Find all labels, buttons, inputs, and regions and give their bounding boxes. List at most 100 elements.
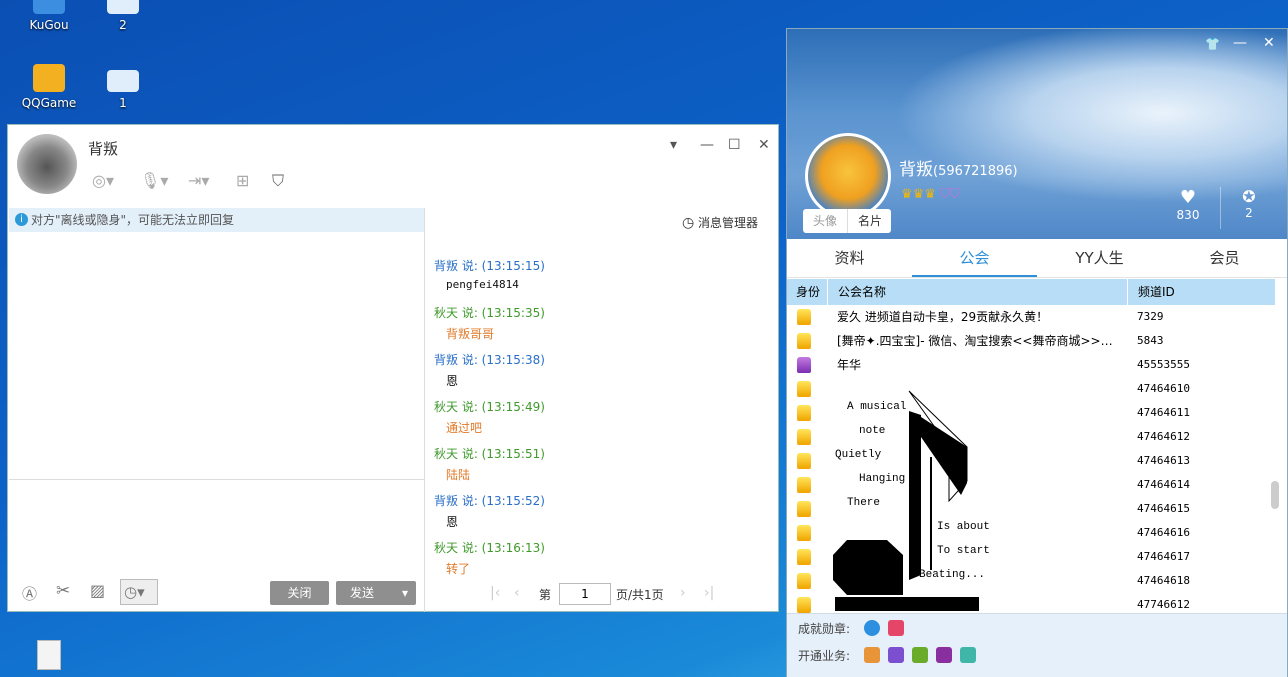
page-input[interactable]: 1 bbox=[559, 583, 611, 605]
close-button[interactable]: ✕ bbox=[1263, 35, 1275, 51]
channel-id: 47464612 bbox=[1137, 430, 1190, 443]
message-body: 恩 bbox=[446, 515, 459, 529]
col-role: 身份 bbox=[796, 285, 821, 299]
message-manager-button[interactable]: ◷ 消息管理器 bbox=[682, 214, 758, 231]
input-divider bbox=[9, 479, 424, 480]
card-tab[interactable]: 名片 bbox=[847, 209, 882, 233]
image-icon[interactable]: ▨ bbox=[90, 581, 105, 600]
icon-label: 1 bbox=[119, 96, 127, 110]
channel-id: 47746612 bbox=[1137, 598, 1190, 611]
profile-avatar[interactable] bbox=[805, 133, 891, 219]
message-header: 秋天 说: (13:15:35) bbox=[434, 306, 545, 320]
channel-id: 47464615 bbox=[1137, 502, 1190, 515]
message-input[interactable] bbox=[9, 481, 424, 576]
clock-icon: ◷ bbox=[682, 215, 695, 231]
likes-stat[interactable]: ♥ 830 bbox=[1173, 187, 1203, 222]
profile-tab[interactable]: 资料 bbox=[787, 239, 912, 278]
profile-tab[interactable]: YY人生 bbox=[1037, 239, 1162, 278]
profile-window: 👕 — ✕ 头像 名片 背叛(596721896) ♛♛♛ ⛉⛉ ♥ 830 ✪ 2… bbox=[786, 28, 1288, 677]
send-button[interactable]: 发送 ▾ bbox=[336, 581, 416, 605]
maximize-button[interactable]: ☐ bbox=[728, 137, 741, 153]
channel-id: 47464617 bbox=[1137, 550, 1190, 563]
role-icon bbox=[797, 333, 811, 349]
achievements-label: 成就勋章: bbox=[798, 622, 851, 636]
close-chat-button[interactable]: 关闭 bbox=[270, 581, 329, 605]
role-icon bbox=[797, 477, 811, 493]
desktop-icon-kugou[interactable]: KuGou bbox=[14, 0, 84, 32]
message-body: 陆陆 bbox=[446, 468, 471, 482]
col-channel-id: 频道ID bbox=[1127, 279, 1175, 305]
yuan-service-icon[interactable] bbox=[864, 647, 880, 663]
send-file-icon[interactable]: ⇥▾ bbox=[188, 171, 209, 190]
minimize-button[interactable]: — bbox=[700, 137, 714, 153]
role-icon bbox=[797, 549, 811, 565]
channel-id: 7329 bbox=[1137, 310, 1164, 323]
guild-row[interactable]: 爱久 进频道自动卡皇，29贡献永久黄！ 7329 bbox=[787, 305, 1275, 329]
minimize-button[interactable]: — bbox=[1233, 35, 1247, 51]
send-options-icon[interactable]: ▾ bbox=[402, 581, 408, 605]
s-service-icon[interactable] bbox=[888, 647, 904, 663]
role-icon bbox=[797, 501, 811, 517]
message-body: 恩 bbox=[446, 374, 459, 388]
art-text: There bbox=[847, 497, 881, 509]
channel-id: 47464611 bbox=[1137, 406, 1190, 419]
guild-row[interactable]: [舞帝✦.四宝宝]- 微信、淘宝搜索<<舞帝商城>>… 5843 bbox=[787, 329, 1275, 353]
message-body: 转了 bbox=[446, 562, 471, 576]
dropdown-icon[interactable]: ▾ bbox=[670, 137, 677, 153]
profile-name-row: 背叛(596721896) bbox=[899, 155, 1018, 180]
history-icon[interactable]: ◷▾ bbox=[120, 579, 158, 605]
pane-divider[interactable] bbox=[424, 208, 425, 612]
y-service-icon[interactable] bbox=[960, 647, 976, 663]
desktop-icon-qqgame[interactable]: QQGame bbox=[14, 64, 84, 110]
level-service-icon[interactable] bbox=[912, 647, 928, 663]
achievement-badge-icon[interactable] bbox=[888, 620, 904, 636]
services-label: 开通业务: bbox=[798, 649, 851, 663]
channel-id: 47464616 bbox=[1137, 526, 1190, 539]
icon-label: KuGou bbox=[29, 18, 69, 32]
guild-name: 年华 bbox=[837, 358, 862, 372]
desktop-icon-2[interactable]: 2 bbox=[88, 0, 158, 32]
profile-footer: 成就勋章: 开通业务: bbox=[787, 613, 1287, 677]
scrollbar-thumb[interactable] bbox=[1271, 481, 1279, 509]
scissors-icon[interactable]: ✂ bbox=[56, 581, 70, 601]
achievement-badge-icon[interactable] bbox=[864, 620, 880, 636]
skin-icon[interactable]: 👕 bbox=[1205, 37, 1220, 51]
message-body: 通过吧 bbox=[446, 421, 483, 435]
notice-text: 对方"离线或隐身"，可能无法立即回复 bbox=[31, 213, 235, 227]
message-header: 背叛 说: (13:15:15) bbox=[434, 259, 545, 273]
avatar-tab[interactable]: 头像 bbox=[813, 209, 837, 233]
profile-tab[interactable]: 公会 bbox=[912, 239, 1037, 278]
contact-name: 背叛 bbox=[88, 140, 119, 158]
role-icon bbox=[797, 381, 811, 397]
add-chat-icon[interactable]: ⊞ bbox=[236, 171, 249, 190]
shield-icon[interactable]: ⛉ bbox=[272, 171, 284, 191]
last-page-icon[interactable]: ›| bbox=[704, 585, 714, 601]
guild-name: 爱久 进频道自动卡皇，29贡献永久黄！ bbox=[837, 310, 1049, 324]
channel-id: 47464614 bbox=[1137, 478, 1190, 491]
video-call-icon[interactable]: ◎▾ bbox=[92, 171, 114, 190]
channel-id: 47464613 bbox=[1137, 454, 1190, 467]
voice-call-icon[interactable]: 🎙▾ bbox=[140, 171, 168, 190]
message-header: 背叛 说: (13:15:52) bbox=[434, 494, 545, 508]
prev-page-icon[interactable]: ‹ bbox=[514, 585, 520, 601]
role-icon bbox=[797, 573, 811, 589]
icon-label: 2 bbox=[119, 18, 127, 32]
pager-suffix: 页/共1页 bbox=[616, 588, 664, 602]
profile-name: 背叛 bbox=[899, 160, 933, 180]
message-manager-label: 消息管理器 bbox=[698, 216, 759, 230]
contact-avatar[interactable] bbox=[17, 134, 77, 194]
pager-prefix: 第 bbox=[539, 588, 552, 602]
guild-row[interactable]: 年华 45553555 bbox=[787, 353, 1275, 377]
message-header: 秋天 说: (13:15:51) bbox=[434, 447, 545, 461]
close-button[interactable]: ✕ bbox=[758, 137, 770, 153]
desktop-icon-1[interactable]: 1 bbox=[88, 70, 158, 110]
font-icon[interactable]: Ⓐ bbox=[22, 583, 37, 604]
profile-tab[interactable]: 会员 bbox=[1162, 239, 1287, 278]
medals-stat[interactable]: ✪ 2 bbox=[1239, 187, 1259, 220]
first-page-icon[interactable]: |‹ bbox=[490, 585, 500, 601]
desktop-file-icon[interactable] bbox=[37, 640, 61, 670]
message-header: 背叛 说: (13:15:38) bbox=[434, 353, 545, 367]
pk-service-icon[interactable] bbox=[936, 647, 952, 663]
next-page-icon[interactable]: › bbox=[680, 585, 686, 601]
channel-id: 5843 bbox=[1137, 334, 1164, 347]
